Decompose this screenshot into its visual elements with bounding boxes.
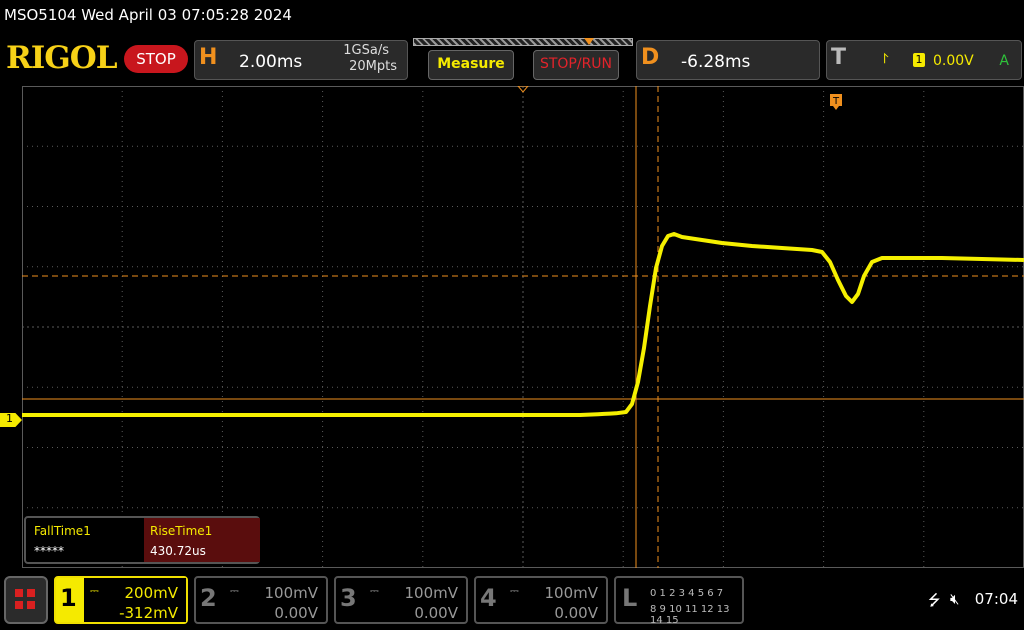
trigger-level: 0.00V	[933, 53, 974, 69]
clock: 07:04	[974, 590, 1018, 608]
usb-icon[interactable]: ⭍	[928, 590, 941, 615]
logic-letter: L	[622, 584, 638, 612]
channel-offset: 0.00V	[414, 604, 458, 622]
measurement-value: *****	[34, 544, 64, 558]
graticule	[22, 86, 1024, 568]
measurement-cell[interactable]: FallTime1 *****	[28, 518, 144, 562]
mute-icon[interactable]: 🔇︎	[950, 590, 959, 608]
grid-icon-cell	[15, 601, 23, 609]
channel-scale: 100mV	[264, 584, 318, 602]
channel-scale: 100mV	[404, 584, 458, 602]
measurement-value: 430.72us	[150, 544, 206, 558]
ch1-marker-label: 1	[6, 412, 13, 425]
channel-3-box[interactable]: 3 ⎓ 100mV 0.00V	[334, 576, 468, 624]
channel-4-box[interactable]: 4 ⎓ 100mV 0.00V	[474, 576, 608, 624]
channel-number: 1	[60, 584, 77, 612]
logic-analyzer-box[interactable]: L 0 1 2 3 4 5 6 7 8 9 10 11 12 13 14 15	[614, 576, 744, 626]
trigger-position-marker: T	[830, 94, 842, 110]
delay-value: -6.28ms	[681, 52, 751, 72]
logic-channels-row2: 8 9 10 11 12 13 14 15	[650, 604, 730, 626]
trigger-box[interactable]: T ⨡ 1 0.00V A	[826, 40, 1022, 80]
dc-coupling-icon: ⎓	[370, 584, 379, 597]
measurement-panel: FallTime1 ***** RiseTime1 430.72us	[24, 516, 260, 564]
trigger-letter: T	[831, 45, 847, 70]
grid-icon-cell	[27, 589, 35, 597]
horizontal-timebase-box[interactable]: H 2.00ms 1GSa/s 20Mpts	[194, 40, 408, 80]
timebase-value: 2.00ms	[239, 52, 303, 72]
waveform-display[interactable]: T	[22, 86, 1024, 568]
dc-coupling-icon: ⎓	[510, 584, 519, 597]
channel-offset: 0.00V	[554, 604, 598, 622]
trigger-source-badge: 1	[913, 53, 925, 67]
trigger-mode: A	[999, 53, 1009, 69]
home-menu-button[interactable]	[4, 576, 48, 624]
channel-offset: 0.00V	[274, 604, 318, 622]
channel-offset: -312mV	[119, 604, 178, 622]
stop-run-button[interactable]: STOP/RUN	[533, 50, 619, 80]
memory-depth: 20Mpts	[349, 59, 397, 74]
dc-coupling-icon: ⎓	[90, 584, 99, 597]
dc-coupling-icon: ⎓	[230, 584, 239, 597]
channel-1-box[interactable]: 1 ⎓ 200mV -312mV	[54, 576, 188, 624]
title-bar: MSO5104 Wed April 03 07:05:28 2024	[0, 0, 1024, 32]
delay-box[interactable]: D -6.28ms	[636, 40, 820, 80]
measure-button[interactable]: Measure	[428, 50, 514, 80]
svg-text:T: T	[832, 96, 840, 107]
channel-number: 4	[480, 584, 497, 612]
horizontal-letter: H	[199, 45, 218, 70]
channel-number: 2	[200, 584, 217, 612]
rigol-logo: RIGOL	[6, 40, 118, 76]
device-datetime: MSO5104 Wed April 03 07:05:28 2024	[4, 6, 292, 24]
memory-position-bar	[413, 38, 633, 46]
channel-2-box[interactable]: 2 ⎓ 100mV 0.00V	[194, 576, 328, 624]
measurement-cell-highlight[interactable]: RiseTime1 430.72us	[144, 518, 260, 562]
channel-number: 3	[340, 584, 357, 612]
channel-panel: ⎓ 200mV -312mV	[84, 578, 186, 622]
channel-scale: 100mV	[544, 584, 598, 602]
grid-icon-cell	[27, 601, 35, 609]
channel-scale: 200mV	[124, 584, 178, 602]
rising-edge-icon: ⨡	[883, 51, 889, 67]
delay-letter: D	[641, 45, 660, 70]
run-state-badge[interactable]: STOP	[124, 45, 188, 73]
measurement-name: RiseTime1	[150, 524, 213, 538]
logic-channels-row1: 0 1 2 3 4 5 6 7	[650, 588, 724, 599]
top-control-bar: RIGOL STOP H 2.00ms 1GSa/s 20Mpts Measur…	[0, 36, 1024, 82]
sample-rate: 1GSa/s	[343, 43, 389, 58]
bottom-status-bar: 1 ⎓ 200mV -312mV 2 ⎓ 100mV 0.00V 3 ⎓ 100…	[0, 572, 1024, 630]
trigger-position-marker-top	[584, 38, 594, 45]
measurement-name: FallTime1	[34, 524, 91, 538]
grid-icon	[15, 589, 23, 597]
ch1-ground-marker[interactable]: 1	[0, 413, 22, 427]
